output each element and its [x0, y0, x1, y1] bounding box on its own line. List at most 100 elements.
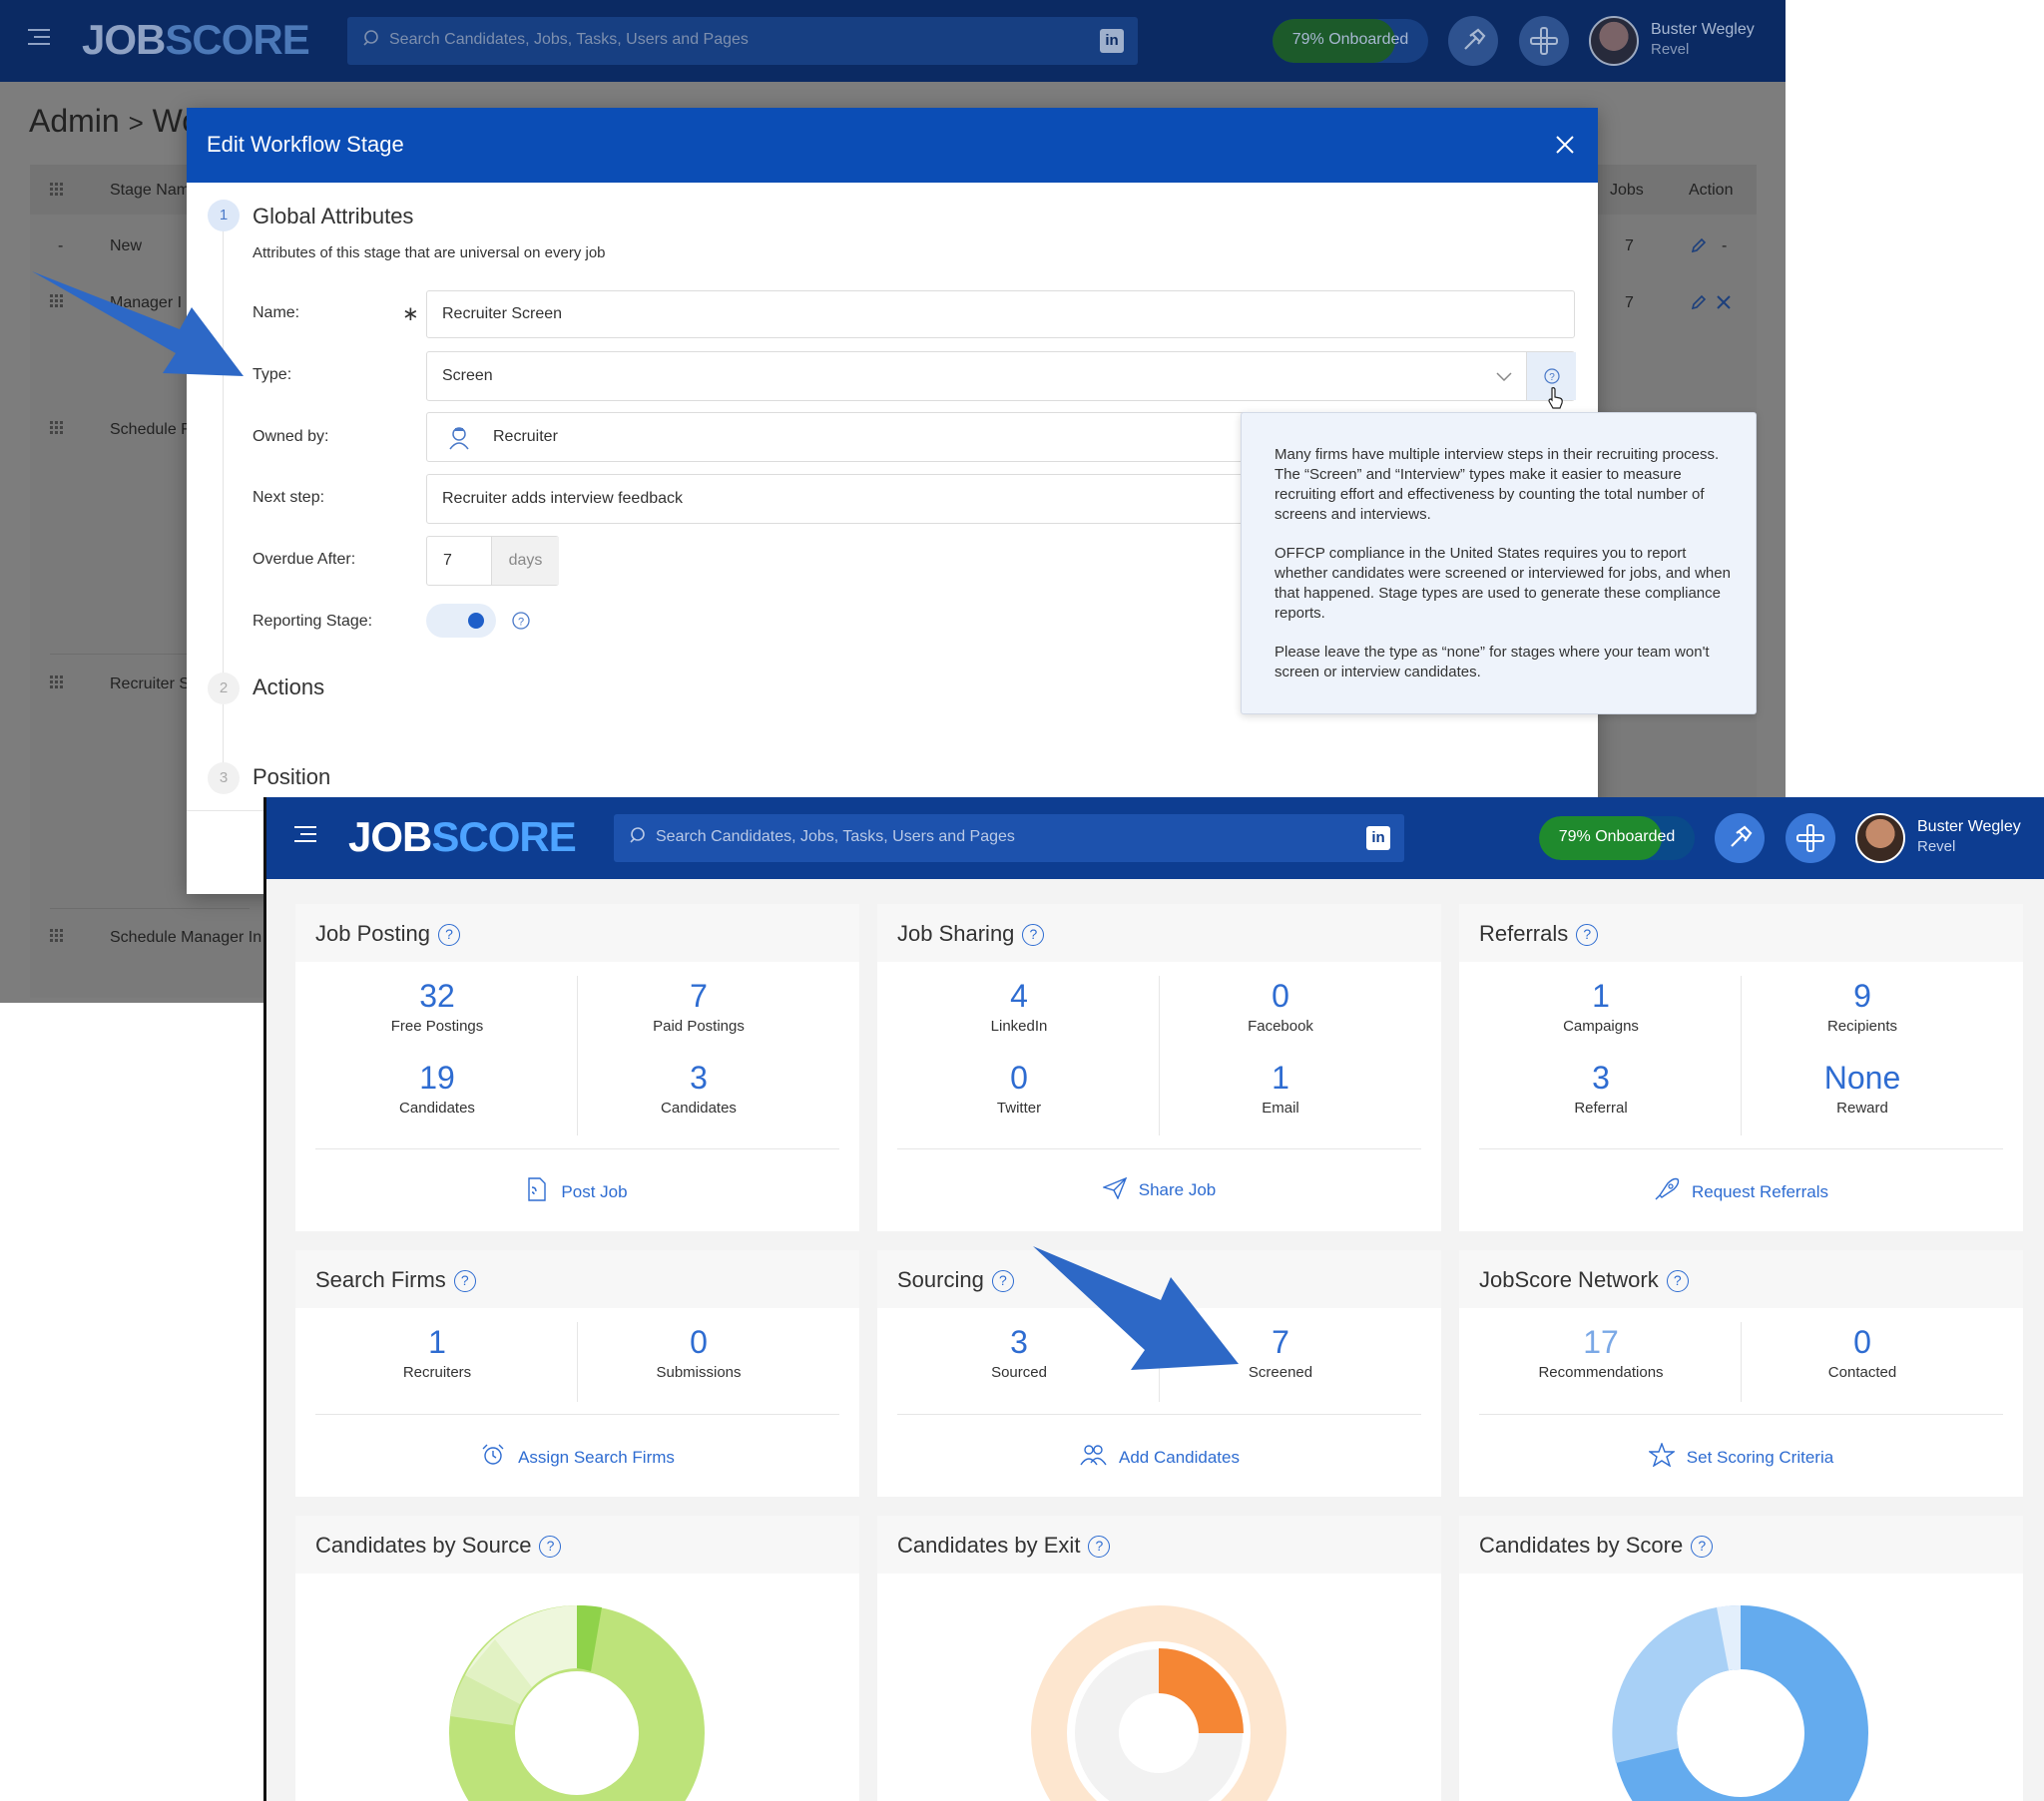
request-referrals-button[interactable]: Request Referrals [1459, 1177, 2023, 1206]
drag-handle-icon[interactable] [50, 675, 64, 698]
table-row[interactable]: Recruiter S [110, 675, 190, 693]
menu-icon[interactable] [294, 825, 316, 843]
table-row[interactable]: Schedule Manager In [110, 929, 261, 947]
user-menu[interactable]: Buster Wegley Revel [1917, 817, 2021, 857]
add-button[interactable] [1519, 16, 1569, 66]
post-job-button[interactable]: Post Job [295, 1177, 859, 1206]
col-stage-name[interactable]: Stage Nam [110, 182, 190, 200]
row-dash: - [58, 237, 64, 254]
avatar[interactable] [1855, 813, 1905, 863]
card-title: Referrals? [1479, 921, 1599, 947]
help-icon[interactable]: ? [1088, 1536, 1111, 1558]
plus-icon [1530, 27, 1558, 55]
modal-title: Edit Workflow Stage [207, 132, 404, 157]
share-job-button[interactable]: Share Job [877, 1176, 1441, 1204]
stat[interactable]: None Reward [1733, 1058, 1992, 1117]
reporting-stage-toggle[interactable] [426, 604, 496, 638]
assign-search-firms-button[interactable]: Assign Search Firms [295, 1443, 859, 1472]
stat[interactable]: 4 LinkedIn [889, 976, 1149, 1035]
plus-icon [1796, 824, 1824, 852]
linkedin-icon[interactable]: in [1100, 29, 1124, 53]
add-candidates-button[interactable]: Add Candidates [877, 1443, 1441, 1472]
hammer-button[interactable] [1715, 813, 1765, 863]
users-icon [1079, 1443, 1107, 1472]
paper-plane-icon [1101, 1176, 1128, 1204]
step-title-actions[interactable]: Actions [253, 675, 324, 700]
recruiter-icon [447, 425, 471, 456]
stat[interactable]: 7 Paid Postings [569, 976, 828, 1035]
step-title-position[interactable]: Position [253, 764, 330, 790]
table-row[interactable]: New [110, 237, 142, 255]
drag-handle-icon[interactable] [50, 421, 64, 444]
drag-handle-icon[interactable] [50, 929, 64, 952]
help-icon[interactable]: ? [512, 612, 530, 635]
row-jobs: 7 [1625, 294, 1634, 311]
help-icon[interactable]: ? [1022, 924, 1045, 946]
step-number: 3 [208, 762, 240, 794]
stat[interactable]: 1 Recruiters [307, 1322, 567, 1381]
next-step-label: Next step: [253, 489, 325, 506]
stat[interactable]: 17 Recommendations [1471, 1322, 1731, 1381]
exit-donut[interactable] [1029, 1603, 1288, 1801]
step-number: 1 [208, 200, 240, 231]
candidates-by-source-card: Candidates by Source? [295, 1516, 859, 1801]
search-input[interactable]: Search Candidates, Jobs, Tasks, Users an… [614, 814, 1404, 862]
search-input[interactable]: Search Candidates, Jobs, Tasks, Users an… [347, 17, 1138, 65]
help-icon[interactable]: ? [453, 1270, 476, 1292]
breadcrumb-root[interactable]: Admin [29, 103, 120, 139]
stat[interactable]: 9 Recipients [1733, 976, 1992, 1035]
table-row[interactable]: Schedule F [110, 421, 191, 439]
stat[interactable]: 0 Twitter [889, 1058, 1149, 1117]
help-icon[interactable]: ? [1576, 924, 1599, 946]
source-donut[interactable] [447, 1603, 707, 1801]
step-title-global-attributes[interactable]: Global Attributes [253, 204, 413, 229]
stat[interactable]: 3 Candidates [569, 1058, 828, 1117]
modal-header: Edit Workflow Stage [187, 108, 1598, 183]
help-icon[interactable]: ? [991, 1270, 1014, 1292]
stat[interactable]: 1 Campaigns [1471, 976, 1731, 1035]
edit-icon[interactable] [1690, 293, 1708, 316]
delete-icon[interactable] [1715, 293, 1733, 316]
dashboard-screenshot: JOBSCORE Search Candidates, Jobs, Tasks,… [263, 797, 2044, 1801]
hammer-button[interactable] [1448, 16, 1498, 66]
user-menu[interactable]: Buster Wegley Revel [1651, 20, 1755, 60]
help-icon[interactable]: ? [539, 1536, 562, 1558]
type-select[interactable]: Screen ? [426, 351, 1576, 409]
name-field[interactable]: Recruiter Screen [426, 290, 1575, 338]
top-nav: JOBSCORE Search Candidates, Jobs, Tasks,… [266, 797, 2044, 879]
add-button[interactable] [1786, 813, 1835, 863]
col-jobs[interactable]: Jobs [1610, 182, 1644, 200]
onboarded-progress[interactable]: 79% Onboarded [1273, 19, 1428, 63]
days-unit: days [491, 537, 559, 585]
score-donut[interactable] [1611, 1603, 1870, 1801]
linkedin-icon[interactable]: in [1366, 826, 1390, 850]
jobscore-logo[interactable]: JOBSCORE [82, 16, 310, 64]
stat[interactable]: 0 Contacted [1733, 1322, 1992, 1381]
stat[interactable]: 0 Submissions [569, 1322, 828, 1381]
onboarded-progress[interactable]: 79% Onboarded [1539, 816, 1695, 860]
type-help-button[interactable]: ? [1526, 352, 1576, 409]
svg-text:?: ? [518, 617, 524, 629]
set-scoring-criteria-button[interactable]: Set Scoring Criteria [1459, 1442, 2023, 1472]
jobscore-logo[interactable]: JOBSCORE [348, 813, 577, 861]
edit-icon[interactable] [1690, 236, 1708, 259]
tooltip-paragraph: Many firms have multiple interview steps… [1275, 446, 1720, 523]
help-icon[interactable]: ? [1666, 1270, 1689, 1292]
row-jobs: 7 [1625, 237, 1634, 254]
stat[interactable]: 0 Facebook [1151, 976, 1410, 1035]
help-icon[interactable]: ? [1691, 1536, 1714, 1558]
tooltip-paragraph: Please leave the type as “none” for stag… [1275, 644, 1710, 680]
pointer-cursor-icon [1546, 386, 1566, 415]
stat[interactable]: 3 Referral [1471, 1058, 1731, 1117]
stat[interactable]: 19 Candidates [307, 1058, 567, 1117]
card-title: Job Sharing? [897, 921, 1045, 947]
candidates-by-score-card: Candidates by Score? [1459, 1516, 2023, 1801]
menu-icon[interactable] [28, 28, 50, 46]
overdue-days-input[interactable]: 7 days [426, 536, 559, 586]
stat[interactable]: 1 Email [1151, 1058, 1410, 1117]
search-icon [630, 827, 645, 843]
avatar[interactable] [1589, 16, 1639, 66]
help-icon[interactable]: ? [437, 924, 460, 946]
close-icon[interactable] [1554, 134, 1576, 156]
stat[interactable]: 32 Free Postings [307, 976, 567, 1035]
